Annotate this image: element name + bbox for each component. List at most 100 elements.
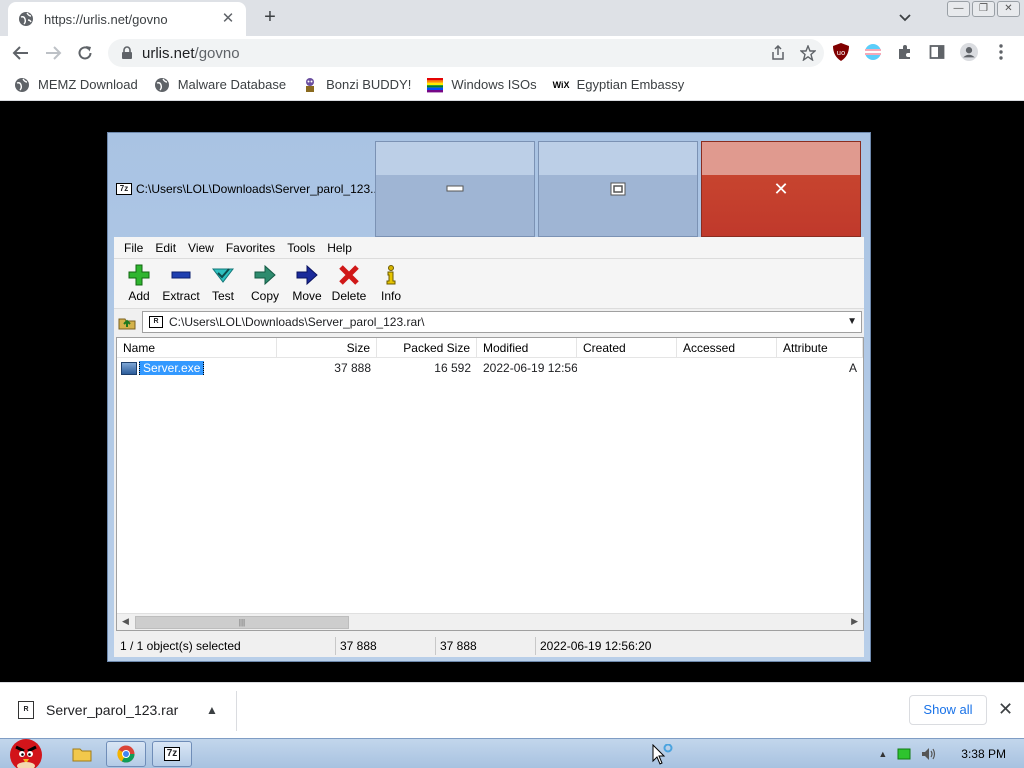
reload-button[interactable] (72, 40, 98, 66)
url-text: urlis.net/govno (142, 44, 240, 62)
rar-archive-icon: R (149, 316, 163, 328)
kebab-menu-icon[interactable] (992, 43, 1010, 61)
bookmark-egyptian-embassy[interactable]: WiX Egyptian Embassy (553, 77, 685, 93)
file-list[interactable]: Name Size Packed Size Modified Created A… (116, 337, 864, 631)
sevenzip-client-area: File Edit View Favorites Tools Help Add … (114, 237, 864, 657)
test-icon (212, 268, 234, 283)
sevenzip-titlebar[interactable]: 7z C:\Users\LOL\Downloads\Server_parol_1… (108, 133, 870, 237)
add-icon (128, 264, 150, 286)
arrow-left-icon (12, 46, 28, 60)
scrollbar-thumb[interactable]: ||| (135, 616, 349, 629)
globe-icon (19, 12, 33, 26)
show-all-button[interactable]: Show all (909, 695, 987, 725)
menu-favorites[interactable]: Favorites (220, 241, 281, 255)
forward-button[interactable] (40, 40, 66, 66)
info-button[interactable]: Info (370, 259, 412, 308)
status-size: 37 888 (336, 637, 436, 655)
new-tab-button[interactable]: + (258, 6, 282, 30)
menu-view[interactable]: View (182, 241, 220, 255)
puzzle-icon[interactable] (896, 43, 914, 61)
file-modified: 2022-06-19 12:56 (483, 361, 577, 375)
status-modified: 2022-06-19 12:56:20 (540, 639, 652, 653)
file-packed-size: 16 592 (434, 361, 471, 375)
bookmark-star-icon[interactable] (800, 45, 816, 61)
tab-close-icon[interactable]: ✕ (220, 11, 236, 27)
folder-icon (72, 748, 92, 762)
taskbar-7zip-button[interactable]: 7z (152, 741, 192, 767)
status-bar: 1 / 1 object(s) selected 37 888 37 888 2… (116, 635, 864, 657)
menu-file[interactable]: File (118, 241, 149, 255)
volume-icon[interactable] (921, 747, 937, 761)
table-row[interactable]: Server.exe 37 888 16 592 2022-06-19 12:5… (117, 358, 863, 378)
menu-tools[interactable]: Tools (281, 241, 321, 255)
globe-icon (15, 77, 29, 92)
side-panel-icon[interactable] (928, 43, 946, 61)
taskbar-explorer-button[interactable] (62, 741, 102, 767)
column-attributes[interactable]: Attribute (777, 338, 863, 357)
column-name[interactable]: Name (117, 338, 277, 357)
scroll-left-icon[interactable]: ◀ (122, 616, 129, 627)
browser-restore-button[interactable]: ❐ (972, 1, 995, 17)
address-bar[interactable]: urlis.net/govno (108, 39, 824, 67)
extensions-area: uo (832, 43, 1010, 61)
network-icon[interactable] (897, 748, 911, 760)
minimize-button[interactable] (375, 141, 535, 237)
tab-search-icon[interactable] (896, 8, 914, 26)
menu-help[interactable]: Help (321, 241, 358, 255)
status-selection: 1 / 1 object(s) selected (116, 637, 336, 655)
test-button[interactable]: Test (202, 259, 244, 308)
up-folder-icon[interactable] (118, 313, 136, 331)
bookmark-windows-isos[interactable]: Windows ISOs (427, 77, 537, 93)
profile-avatar-icon[interactable] (960, 43, 978, 61)
bookmark-malware-database[interactable]: Malware Database (154, 77, 286, 93)
bookmark-bonzi-buddy[interactable]: Bonzi BUDDY! (302, 77, 411, 93)
share-icon[interactable] (770, 45, 786, 61)
sevenzip-toolbar: Add Extract Test Copy Move Delete Info (114, 259, 864, 309)
add-button[interactable]: Add (118, 259, 160, 308)
extract-icon (171, 271, 191, 279)
browser-minimize-button[interactable]: — (947, 1, 970, 17)
trans-flag-extension-icon[interactable] (864, 43, 882, 61)
bookmark-memz-download[interactable]: MEMZ Download (14, 77, 138, 93)
file-attributes: A (848, 361, 857, 375)
chrome-icon (117, 745, 135, 763)
copy-button[interactable]: Copy (244, 259, 286, 308)
lock-icon[interactable] (120, 46, 134, 60)
move-button[interactable]: Move (286, 259, 328, 308)
sevenzip-taskbar-icon: 7z (163, 747, 181, 761)
menu-bar: File Edit View Favorites Tools Help (114, 237, 864, 259)
downloads-bar: R Server_parol_123.rar ▲ Show all ✕ (0, 682, 1024, 738)
info-icon (386, 265, 396, 285)
delete-button[interactable]: Delete (328, 259, 370, 308)
ublock-icon[interactable]: uo (832, 43, 850, 61)
column-size[interactable]: Size (277, 338, 377, 357)
clock[interactable]: 3:38 PM (961, 747, 1006, 761)
start-button-angry-bird-icon[interactable] (4, 733, 48, 768)
column-modified[interactable]: Modified (477, 338, 577, 357)
archive-path-text: C:\Users\LOL\Downloads\Server_parol_123.… (169, 315, 425, 329)
tab-strip: https://urlis.net/govno ✕ + — ❐ ✕ (0, 0, 1024, 36)
column-created[interactable]: Created (577, 338, 677, 357)
column-accessed[interactable]: Accessed (677, 338, 777, 357)
menu-edit[interactable]: Edit (149, 241, 182, 255)
download-item[interactable]: R Server_parol_123.rar (18, 701, 178, 719)
chevron-up-icon[interactable]: ▲ (206, 703, 218, 717)
show-hidden-icons-icon[interactable]: ▲ (878, 749, 887, 759)
archive-path-field[interactable]: R C:\Users\LOL\Downloads\Server_parol_12… (142, 311, 862, 333)
globe-icon (154, 77, 169, 92)
move-icon (296, 264, 318, 286)
close-button[interactable]: ✕ (701, 141, 861, 237)
back-button[interactable] (8, 40, 34, 66)
chevron-down-icon[interactable]: ▼ (847, 316, 857, 327)
browser-tab[interactable]: https://urlis.net/govno ✕ (8, 2, 246, 36)
browser-close-button[interactable]: ✕ (997, 1, 1020, 17)
arrow-right-icon (46, 46, 62, 60)
maximize-button[interactable] (538, 141, 698, 237)
taskbar-chrome-button[interactable] (106, 741, 146, 767)
column-packed-size[interactable]: Packed Size (377, 338, 477, 357)
extract-button[interactable]: Extract (160, 259, 202, 308)
downloads-close-icon[interactable]: ✕ (998, 699, 1013, 720)
scroll-right-icon[interactable]: ▶ (851, 616, 858, 627)
copy-icon (254, 264, 276, 286)
horizontal-scrollbar[interactable]: ◀ ||| ▶ (117, 613, 863, 630)
